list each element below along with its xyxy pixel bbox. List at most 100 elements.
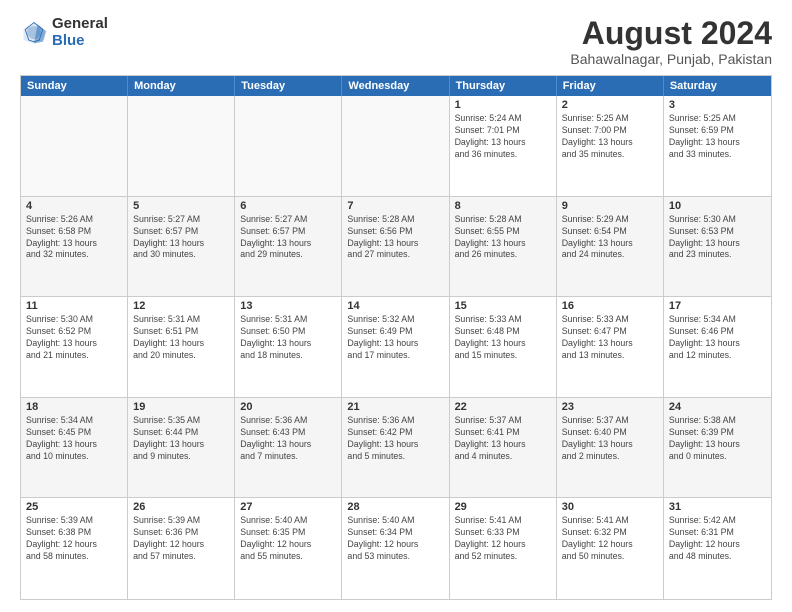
cell-date-number: 20 (240, 401, 336, 413)
cell-sun-info: Sunrise: 5:36 AMSunset: 6:43 PMDaylight:… (240, 415, 336, 463)
weekday-header: Tuesday (235, 76, 342, 96)
calendar-day-cell: 20 Sunrise: 5:36 AMSunset: 6:43 PMDayligh… (235, 398, 342, 498)
calendar-body: 1Sunrise: 5:24 AMSunset: 7:01 PMDaylight… (21, 96, 771, 599)
cell-sun-info: Sunrise: 5:27 AMSunset: 6:57 PMDaylight:… (240, 214, 336, 262)
calendar-day-cell: 17 Sunrise: 5:34 AMSunset: 6:46 PMDayligh… (664, 297, 771, 397)
weekday-header: Friday (557, 76, 664, 96)
cell-date-number: 7 (347, 200, 443, 212)
calendar-day-cell: 30 Sunrise: 5:41 AMSunset: 6:32 PMDayligh… (557, 498, 664, 599)
main-title: August 2024 (570, 16, 772, 51)
cell-sun-info: Sunrise: 5:25 AMSunset: 7:00 PMDaylight:… (562, 113, 658, 161)
calendar-day-cell: 14 Sunrise: 5:32 AMSunset: 6:49 PMDayligh… (342, 297, 449, 397)
cell-sun-info: Sunrise: 5:34 AMSunset: 6:46 PMDaylight:… (669, 314, 766, 362)
calendar-day-cell: 22Sunrise: 5:37 AMSunset: 6:41 PMDayligh… (450, 398, 557, 498)
calendar-row: 18Sunrise: 5:34 AMSunset: 6:45 PMDayligh… (21, 398, 771, 499)
cell-sun-info: Sunrise: 5:40 AMSunset: 6:34 PMDaylight:… (347, 515, 443, 563)
calendar-day-cell: 8Sunrise: 5:28 AMSunset: 6:55 PMDaylight… (450, 197, 557, 297)
calendar-day-cell: 21 Sunrise: 5:36 AMSunset: 6:42 PMDayligh… (342, 398, 449, 498)
cell-date-number: 17 (669, 300, 766, 312)
empty-cell (21, 96, 128, 196)
cell-date-number: 26 (133, 501, 229, 513)
calendar-day-cell: 10 Sunrise: 5:30 AMSunset: 6:53 PMDayligh… (664, 197, 771, 297)
cell-sun-info: Sunrise: 5:31 AMSunset: 6:51 PMDaylight:… (133, 314, 229, 362)
cell-date-number: 11 (26, 300, 122, 312)
cell-date-number: 8 (455, 200, 551, 212)
cell-sun-info: Sunrise: 5:33 AMSunset: 6:48 PMDaylight:… (455, 314, 551, 362)
cell-date-number: 2 (562, 99, 658, 111)
calendar-day-cell: 1Sunrise: 5:24 AMSunset: 7:01 PMDaylight… (450, 96, 557, 196)
cell-date-number: 5 (133, 200, 229, 212)
cell-date-number: 12 (133, 300, 229, 312)
calendar-day-cell: 23 Sunrise: 5:37 AMSunset: 6:40 PMDayligh… (557, 398, 664, 498)
cell-sun-info: Sunrise: 5:40 AMSunset: 6:35 PMDaylight:… (240, 515, 336, 563)
cell-date-number: 3 (669, 99, 766, 111)
calendar-day-cell: 24 Sunrise: 5:38 AMSunset: 6:39 PMDayligh… (664, 398, 771, 498)
cell-sun-info: Sunrise: 5:38 AMSunset: 6:39 PMDaylight:… (669, 415, 766, 463)
cell-date-number: 13 (240, 300, 336, 312)
cell-date-number: 14 (347, 300, 443, 312)
cell-sun-info: Sunrise: 5:32 AMSunset: 6:49 PMDaylight:… (347, 314, 443, 362)
cell-sun-info: Sunrise: 5:33 AMSunset: 6:47 PMDaylight:… (562, 314, 658, 362)
cell-date-number: 30 (562, 501, 658, 513)
logo-text: General Blue (52, 16, 108, 49)
weekday-header: Sunday (21, 76, 128, 96)
cell-sun-info: Sunrise: 5:37 AMSunset: 6:40 PMDaylight:… (562, 415, 658, 463)
cell-sun-info: Sunrise: 5:39 AMSunset: 6:38 PMDaylight:… (26, 515, 122, 563)
cell-sun-info: Sunrise: 5:30 AMSunset: 6:53 PMDaylight:… (669, 214, 766, 262)
calendar-day-cell: 27 Sunrise: 5:40 AMSunset: 6:35 PMDayligh… (235, 498, 342, 599)
cell-date-number: 29 (455, 501, 551, 513)
calendar-day-cell: 5 Sunrise: 5:27 AMSunset: 6:57 PMDaylight… (128, 197, 235, 297)
calendar-day-cell: 19Sunrise: 5:35 AMSunset: 6:44 PMDayligh… (128, 398, 235, 498)
cell-date-number: 21 (347, 401, 443, 413)
calendar-day-cell: 9 Sunrise: 5:29 AMSunset: 6:54 PMDaylight… (557, 197, 664, 297)
calendar-day-cell: 13 Sunrise: 5:31 AMSunset: 6:50 PMDayligh… (235, 297, 342, 397)
calendar-day-cell: 25Sunrise: 5:39 AMSunset: 6:38 PMDayligh… (21, 498, 128, 599)
calendar-day-cell: 3 Sunrise: 5:25 AMSunset: 6:59 PMDaylight… (664, 96, 771, 196)
calendar-day-cell: 2 Sunrise: 5:25 AMSunset: 7:00 PMDaylight… (557, 96, 664, 196)
calendar-row: 11Sunrise: 5:30 AMSunset: 6:52 PMDayligh… (21, 297, 771, 398)
logo-blue-text: Blue (52, 33, 108, 50)
cell-date-number: 15 (455, 300, 551, 312)
cell-sun-info: Sunrise: 5:26 AMSunset: 6:58 PMDaylight:… (26, 214, 122, 262)
calendar-day-cell: 31 Sunrise: 5:42 AMSunset: 6:31 PMDayligh… (664, 498, 771, 599)
logo-general-text: General (52, 16, 108, 33)
weekday-header: Monday (128, 76, 235, 96)
cell-sun-info: Sunrise: 5:39 AMSunset: 6:36 PMDaylight:… (133, 515, 229, 563)
cell-sun-info: Sunrise: 5:27 AMSunset: 6:57 PMDaylight:… (133, 214, 229, 262)
cell-date-number: 27 (240, 501, 336, 513)
calendar-day-cell: 6Sunrise: 5:27 AMSunset: 6:57 PMDaylight… (235, 197, 342, 297)
calendar-header: SundayMondayTuesdayWednesdayThursdayFrid… (21, 76, 771, 96)
calendar-row: 4 Sunrise: 5:26 AMSunset: 6:58 PMDaylight… (21, 197, 771, 298)
calendar-day-cell: 26 Sunrise: 5:39 AMSunset: 6:36 PMDayligh… (128, 498, 235, 599)
cell-sun-info: Sunrise: 5:41 AMSunset: 6:33 PMDaylight:… (455, 515, 551, 563)
cell-date-number: 22 (455, 401, 551, 413)
cell-date-number: 18 (26, 401, 122, 413)
weekday-header: Thursday (450, 76, 557, 96)
subtitle: Bahawalnagar, Punjab, Pakistan (570, 51, 772, 67)
cell-date-number: 19 (133, 401, 229, 413)
cell-date-number: 24 (669, 401, 766, 413)
calendar: SundayMondayTuesdayWednesdayThursdayFrid… (20, 75, 772, 600)
cell-date-number: 1 (455, 99, 551, 111)
empty-cell (342, 96, 449, 196)
cell-date-number: 23 (562, 401, 658, 413)
calendar-day-cell: 12 Sunrise: 5:31 AMSunset: 6:51 PMDayligh… (128, 297, 235, 397)
cell-sun-info: Sunrise: 5:25 AMSunset: 6:59 PMDaylight:… (669, 113, 766, 161)
weekday-header: Wednesday (342, 76, 449, 96)
cell-sun-info: Sunrise: 5:31 AMSunset: 6:50 PMDaylight:… (240, 314, 336, 362)
calendar-day-cell: 4 Sunrise: 5:26 AMSunset: 6:58 PMDaylight… (21, 197, 128, 297)
calendar-row: 1Sunrise: 5:24 AMSunset: 7:01 PMDaylight… (21, 96, 771, 197)
cell-date-number: 31 (669, 501, 766, 513)
calendar-day-cell: 16Sunrise: 5:33 AMSunset: 6:47 PMDayligh… (557, 297, 664, 397)
cell-sun-info: Sunrise: 5:42 AMSunset: 6:31 PMDaylight:… (669, 515, 766, 563)
cell-sun-info: Sunrise: 5:28 AMSunset: 6:56 PMDaylight:… (347, 214, 443, 262)
cell-sun-info: Sunrise: 5:41 AMSunset: 6:32 PMDaylight:… (562, 515, 658, 563)
weekday-header: Saturday (664, 76, 771, 96)
cell-date-number: 9 (562, 200, 658, 212)
cell-sun-info: Sunrise: 5:29 AMSunset: 6:54 PMDaylight:… (562, 214, 658, 262)
logo-icon (20, 19, 48, 47)
cell-sun-info: Sunrise: 5:36 AMSunset: 6:42 PMDaylight:… (347, 415, 443, 463)
cell-date-number: 4 (26, 200, 122, 212)
calendar-day-cell: 7 Sunrise: 5:28 AMSunset: 6:56 PMDaylight… (342, 197, 449, 297)
cell-date-number: 10 (669, 200, 766, 212)
